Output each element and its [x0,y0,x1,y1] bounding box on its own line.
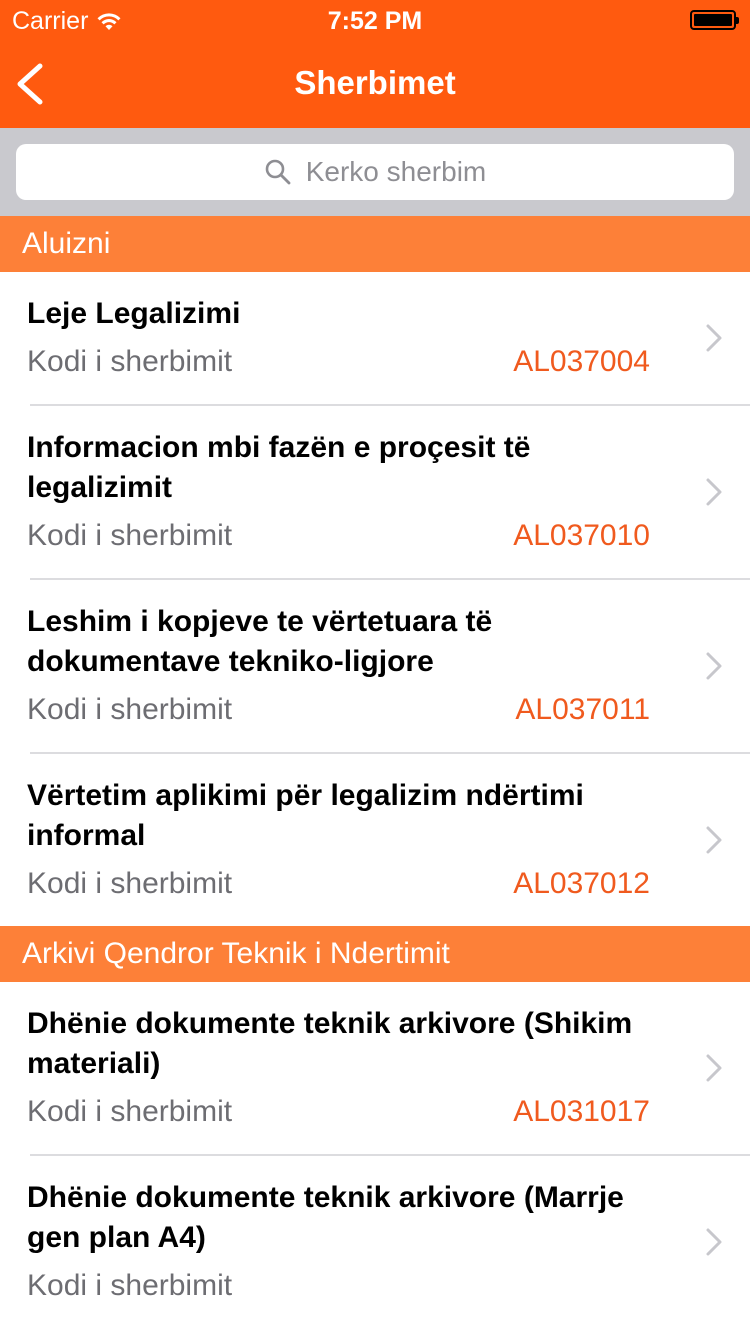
service-title: Leshim i kopjeve te vërtetuara të dokume… [27,605,493,678]
service-title: Dhënie dokumente teknik arkivore (Shikim… [27,1007,633,1080]
list-item[interactable]: Dhënie dokumente teknik arkivore (Shikim… [0,982,750,1154]
navigation-bar: Sherbimet [0,40,750,128]
chevron-right-icon [706,324,722,352]
service-title: Vërtetim aplikimi për legalizim ndërtimi… [27,779,584,852]
service-title: Leje Legalizimi [27,297,241,330]
section-header-aluizni: Aluizni [0,216,750,272]
chevron-right-icon [706,478,722,506]
code-label: Kodi i sherbimit [27,1095,233,1128]
status-bar: Carrier 7:52 PM [0,0,750,40]
code-label: Kodi i sherbimit [27,519,233,552]
code-label: Kodi i sherbimit [27,693,233,726]
chevron-right-icon [706,1054,722,1082]
service-list: Aluizni Leje Legalizimi Kodi i sherbimit… [0,216,750,1328]
list-item[interactable]: Leje Legalizimi Kodi i sherbimit AL03700… [0,272,750,404]
list-item[interactable]: Dhënie dokumente teknik arkivore (Marrje… [0,1156,750,1328]
service-code: AL031017 [513,1095,650,1128]
service-code: AL037011 [515,693,650,726]
list-item[interactable]: Leshim i kopjeve te vërtetuara të dokume… [0,580,750,752]
service-title: Dhënie dokumente teknik arkivore (Marrje… [27,1181,624,1254]
search-input[interactable]: Kerko sherbim [16,144,734,200]
code-label: Kodi i sherbimit [27,867,233,900]
search-icon [265,159,291,185]
chevron-right-icon [706,826,722,854]
chevron-right-icon [706,1228,722,1256]
service-code: AL037010 [513,519,650,552]
list-item[interactable]: Vërtetim aplikimi për legalizim ndërtimi… [0,754,750,926]
search-bar: Kerko sherbim [0,128,750,216]
battery-icon [690,10,739,30]
status-time: 7:52 PM [327,7,423,35]
code-label: Kodi i sherbimit [27,1269,233,1302]
section-header-arkivi: Arkivi Qendror Teknik i Ndertimit [0,926,750,982]
list-item[interactable]: Informacion mbi fazën e proçesit të lega… [0,406,750,578]
chevron-right-icon [706,652,722,680]
service-code: AL037004 [513,345,650,378]
top-bar: Carrier 7:52 PM Sherbimet [0,0,750,128]
service-title: Informacion mbi fazën e proçesit të lega… [27,431,531,504]
page-title: Sherbimet [294,64,456,101]
code-label: Kodi i sherbimit [27,345,233,378]
service-code: AL037012 [513,867,650,900]
search-placeholder: Kerko sherbim [305,156,487,187]
